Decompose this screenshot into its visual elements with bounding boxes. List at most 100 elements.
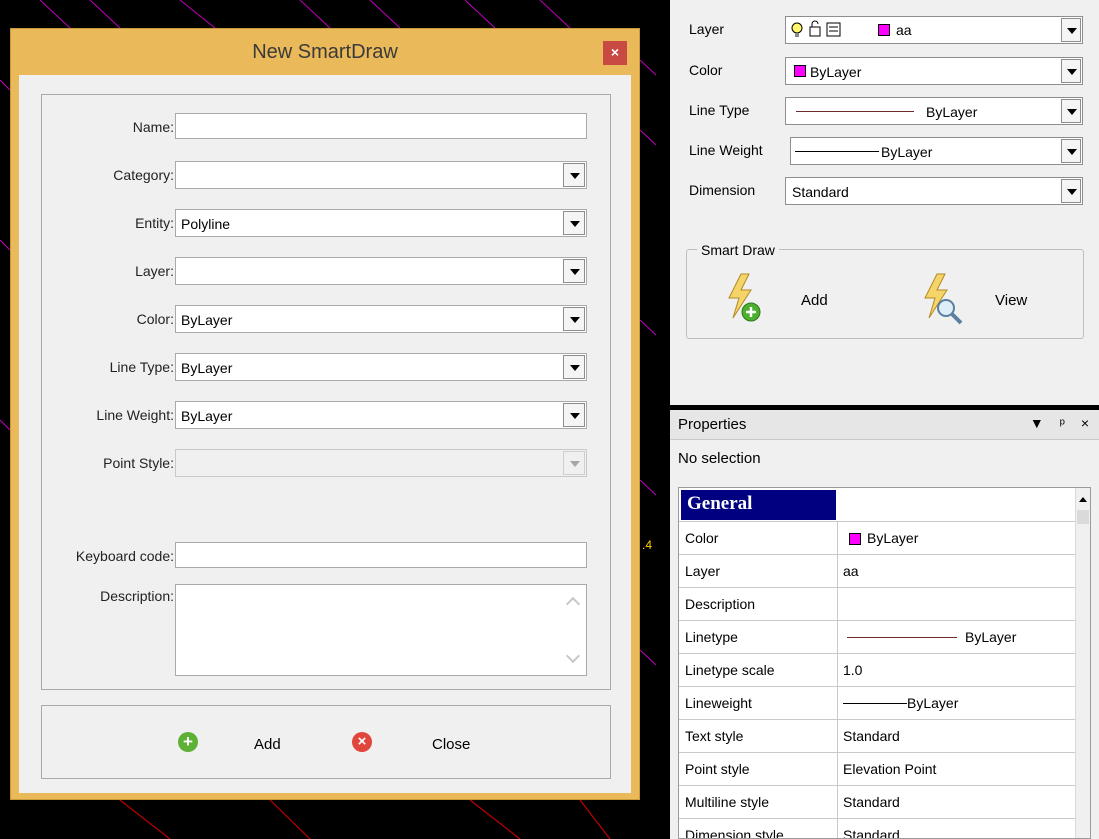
- line-type-label: Line Type: [689, 102, 750, 118]
- dimension-row: Dimension Standard: [670, 175, 1099, 205]
- property-row[interactable]: Multiline style Standard: [679, 786, 1077, 819]
- property-row[interactable]: Color ByLayer: [679, 522, 1077, 555]
- line-weight-label: Line Weight: [689, 142, 763, 158]
- color-swatch: [794, 65, 806, 77]
- property-name: Text style: [679, 720, 838, 752]
- property-value[interactable]: Standard: [839, 819, 1077, 838]
- keyboard-code-input[interactable]: [175, 542, 587, 568]
- property-value[interactable]: 1.0: [839, 654, 1077, 686]
- smartdraw-add-icon: [728, 273, 761, 322]
- chevron-down-icon[interactable]: [563, 355, 585, 379]
- chevron-down-icon[interactable]: [1061, 99, 1081, 123]
- property-name: Linetype: [679, 621, 838, 653]
- chevron-down-icon[interactable]: [1061, 179, 1081, 203]
- description-textarea[interactable]: [175, 584, 587, 676]
- property-name: Color: [679, 522, 838, 554]
- property-value[interactable]: [839, 588, 1077, 620]
- color-value: ByLayer: [810, 64, 862, 80]
- color-dropdown[interactable]: ByLayer: [785, 57, 1083, 85]
- property-value: ByLayer: [965, 629, 1017, 645]
- property-row[interactable]: Linetype scale 1.0: [679, 654, 1077, 687]
- smart-draw-view-button[interactable]: View: [919, 270, 1059, 330]
- line-type-value: ByLayer: [181, 360, 233, 376]
- chevron-down-icon[interactable]: [1061, 18, 1081, 42]
- chevron-down-icon[interactable]: [1061, 139, 1081, 163]
- category-dropdown[interactable]: [175, 161, 587, 189]
- category-label: Category:: [113, 167, 174, 183]
- property-value-cell[interactable]: ByLayer: [839, 687, 1077, 719]
- property-row[interactable]: Linetype ByLayer: [679, 621, 1077, 654]
- line-weight-dropdown[interactable]: ByLayer: [790, 137, 1083, 165]
- dialog-title: New SmartDraw: [252, 41, 398, 63]
- property-value[interactable]: aa: [839, 555, 1077, 587]
- line-weight-label: Line Weight:: [96, 407, 174, 423]
- property-row[interactable]: Description: [679, 588, 1077, 621]
- property-row[interactable]: Layer aa: [679, 555, 1077, 588]
- chevron-down-icon[interactable]: [563, 211, 585, 235]
- line-type-dropdown[interactable]: ByLayer: [785, 97, 1083, 125]
- property-value: ByLayer: [907, 695, 959, 711]
- entity-label: Entity:: [135, 215, 174, 231]
- smartdraw-view-icon: [924, 273, 963, 325]
- layer-row: Layer:: [42, 257, 612, 285]
- chevron-down-icon: [563, 451, 585, 475]
- layer-value: aa: [896, 22, 912, 38]
- property-value[interactable]: Standard: [839, 720, 1077, 752]
- dimension-dropdown[interactable]: Standard: [785, 177, 1083, 205]
- line-weight-value: ByLayer: [881, 144, 933, 160]
- property-grid: General Color ByLayer Layer aa Descripti…: [678, 487, 1091, 839]
- color-label: Color: [689, 62, 723, 78]
- property-value[interactable]: Standard: [839, 786, 1077, 818]
- property-value-cell[interactable]: ByLayer: [839, 621, 1077, 653]
- chevron-down-icon[interactable]: [1061, 59, 1081, 83]
- layer-dropdown[interactable]: [175, 257, 587, 285]
- lineweight-sample: [795, 151, 879, 152]
- smart-draw-legend: Smart Draw: [697, 242, 779, 258]
- lineweight-sample: [843, 703, 907, 704]
- line-type-row: Line Type: ByLayer: [42, 353, 612, 381]
- property-row[interactable]: Point style Elevation Point: [679, 753, 1077, 786]
- name-row: Name:: [42, 113, 612, 141]
- color-value: ByLayer: [181, 312, 233, 328]
- dialog-button-panel: + Add × Close: [41, 705, 611, 779]
- property-name: Linetype scale: [679, 654, 838, 686]
- chevron-down-icon[interactable]: [563, 307, 585, 331]
- line-weight-dropdown[interactable]: ByLayer: [175, 401, 587, 429]
- scroll-up-icon[interactable]: [565, 596, 581, 612]
- layer-label: Layer: [689, 21, 725, 37]
- chevron-down-icon[interactable]: [563, 259, 585, 283]
- property-value: ByLayer: [867, 530, 919, 546]
- line-type-value: ByLayer: [926, 104, 978, 120]
- property-row[interactable]: Text style Standard: [679, 720, 1077, 753]
- properties-window-controls[interactable]: ▼ ᵖ ×: [1030, 415, 1095, 431]
- property-row[interactable]: Lineweight ByLayer: [679, 687, 1077, 720]
- group-header-general[interactable]: General: [681, 490, 836, 520]
- chevron-down-icon[interactable]: [563, 403, 585, 427]
- point-style-label: Point Style:: [103, 455, 174, 471]
- scroll-up-arrow-icon[interactable]: [1076, 492, 1090, 532]
- property-value-cell[interactable]: ByLayer: [839, 522, 1077, 554]
- name-input[interactable]: [175, 113, 587, 139]
- line-type-dropdown[interactable]: ByLayer: [175, 353, 587, 381]
- smart-draw-add-button[interactable]: Add: [723, 270, 843, 330]
- property-name: Dimension style: [679, 819, 838, 838]
- dimension-label: Dimension: [689, 182, 756, 198]
- layer-color-swatch: [878, 24, 890, 36]
- entity-dropdown[interactable]: Polyline: [175, 209, 587, 237]
- dialog-close-button[interactable]: ×: [603, 41, 627, 65]
- layer-dropdown[interactable]: aa: [785, 16, 1083, 44]
- add-button[interactable]: + Add: [178, 730, 308, 760]
- add-circle-icon: +: [178, 732, 198, 752]
- group-row-general[interactable]: General: [679, 488, 1077, 522]
- name-label: Name:: [132, 119, 174, 135]
- category-row: Category:: [42, 161, 612, 189]
- layer-state-icons: [791, 20, 841, 37]
- property-row[interactable]: Dimension style Standard: [679, 819, 1077, 838]
- property-value[interactable]: Elevation Point: [839, 753, 1077, 785]
- dimension-value: Standard: [792, 184, 849, 200]
- property-grid-scrollbar[interactable]: [1075, 488, 1090, 838]
- chevron-down-icon[interactable]: [563, 163, 585, 187]
- scroll-down-icon[interactable]: [565, 648, 581, 664]
- color-dropdown[interactable]: ByLayer: [175, 305, 587, 333]
- close-button[interactable]: × Close: [352, 730, 492, 760]
